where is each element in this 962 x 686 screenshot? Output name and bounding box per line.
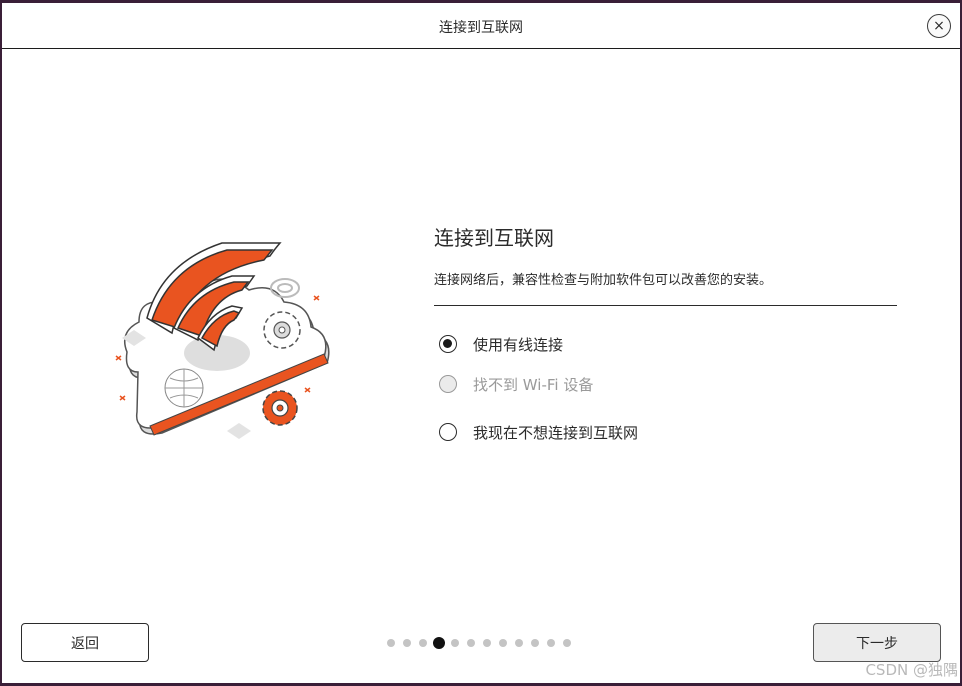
radio-no-connection[interactable] [439,423,457,441]
option-no-connection-label: 我现在不想连接到互联网 [473,423,639,442]
step-dot-active [433,637,445,649]
close-button[interactable]: × [927,14,951,38]
option-no-connection[interactable]: 我现在不想连接到互联网 [439,420,638,444]
option-wifi-label: 找不到 Wi-Fi 设备 [473,375,594,394]
back-button[interactable]: 返回 [21,623,149,662]
radio-wired[interactable] [439,335,457,353]
wifi-cloud-illustration [115,242,330,439]
close-icon: × [933,18,945,34]
title-bar: 连接到互联网 × [2,3,960,49]
divider [434,305,897,306]
step-dot [451,639,459,647]
installer-window: 连接到互联网 × 连接到互联网 连接网络后，兼容性检查与附加软件包可以改善您的安… [2,3,960,683]
option-wifi: 找不到 Wi-Fi 设备 [439,372,593,396]
option-wired-label: 使用有线连接 [473,335,564,354]
target-circles [270,278,300,298]
step-indicator [387,637,579,649]
window-title: 连接到互联网 [439,20,523,36]
page-subtitle: 连接网络后，兼容性检查与附加软件包可以改善您的安装。 [434,273,773,288]
step-dot [483,639,491,647]
step-dot [515,639,523,647]
page-heading: 连接到互联网 [434,226,554,250]
gear-orange [262,390,298,426]
step-dot [499,639,507,647]
step-dot [419,639,427,647]
step-dot [563,639,571,647]
gear-top [263,311,301,349]
next-button[interactable]: 下一步 [813,623,941,662]
radio-wifi [439,375,457,393]
step-dot [531,639,539,647]
step-dot [403,639,411,647]
step-dot [467,639,475,647]
step-dot [547,639,555,647]
step-dot [387,639,395,647]
option-wired[interactable]: 使用有线连接 [439,332,563,356]
watermark: CSDN @独隅 [865,661,958,679]
